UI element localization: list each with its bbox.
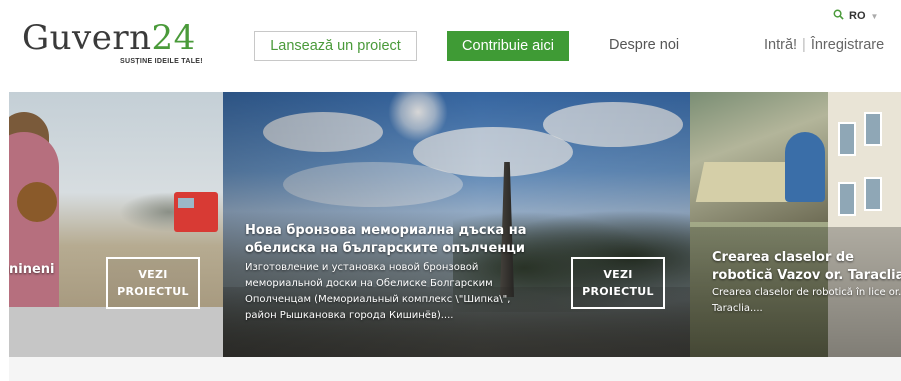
view-project-line1: VEZI	[603, 268, 633, 281]
logo[interactable]: Guvern24 SUSȚINE IDEILE TALE!	[22, 18, 203, 68]
about-link[interactable]: Despre noi	[609, 37, 679, 53]
slide-title: nineni	[9, 262, 55, 277]
auth-separator: |	[802, 37, 806, 53]
photo-window	[838, 182, 856, 216]
carousel-slide: nineni VEZI PROIECTUL	[9, 92, 223, 357]
chevron-down-icon: ▼	[870, 11, 879, 21]
photo-student	[785, 132, 825, 202]
login-link[interactable]: Intră!	[764, 37, 797, 53]
slide-title: Нова бронзова мемориална дъска на обелис…	[245, 223, 527, 256]
logo-word: Guvern	[22, 18, 152, 58]
view-project-button[interactable]: VEZI PROIECTUL	[106, 257, 200, 309]
view-project-line2: PROIECTUL	[582, 285, 654, 298]
launch-project-button[interactable]: Lansează un proiect	[254, 31, 417, 61]
photo-person	[9, 132, 59, 322]
logo-wordmark: Guvern24	[22, 18, 202, 58]
slide-title: Crearea claselor de robotică Vazov or. T…	[712, 250, 901, 283]
register-link[interactable]: Înregistrare	[811, 37, 884, 53]
photo-ground	[9, 307, 223, 357]
slide-description: Изготовление и установка новой бронзовой…	[245, 262, 511, 321]
slide-description: Crearea claselor de robotică în lice or.…	[712, 287, 901, 314]
carousel-slide: Crearea claselor de robotică Vazov or. T…	[690, 92, 901, 357]
auth-links: Intră! | Înregistrare	[764, 37, 884, 53]
photo-window	[838, 122, 856, 156]
view-project-line1: VEZI	[138, 268, 168, 281]
contribute-button[interactable]: Contribuie aici	[447, 31, 569, 61]
logo-number: 24	[151, 18, 196, 58]
logo-tagline: SUSȚINE IDEILE TALE!	[120, 58, 203, 65]
photo-vehicle	[174, 192, 218, 232]
project-carousel[interactable]: nineni VEZI PROIECTUL Нова бронзова мемо…	[9, 92, 901, 357]
photo-window	[864, 177, 882, 211]
search-icon[interactable]	[833, 9, 844, 23]
language-selector[interactable]: RO ▼	[833, 9, 878, 23]
view-project-line2: PROIECTUL	[117, 285, 189, 298]
photo-window	[864, 112, 882, 146]
carousel-slide: Нова бронзова мемориална дъска на обелис…	[223, 92, 690, 357]
site-header: Guvern24 SUSȚINE IDEILE TALE! Lansează u…	[0, 0, 901, 92]
photo-dog	[17, 182, 57, 222]
language-code: RO	[849, 10, 866, 22]
view-project-button[interactable]: VEZI PROIECTUL	[571, 257, 665, 309]
content-strip	[9, 357, 901, 381]
